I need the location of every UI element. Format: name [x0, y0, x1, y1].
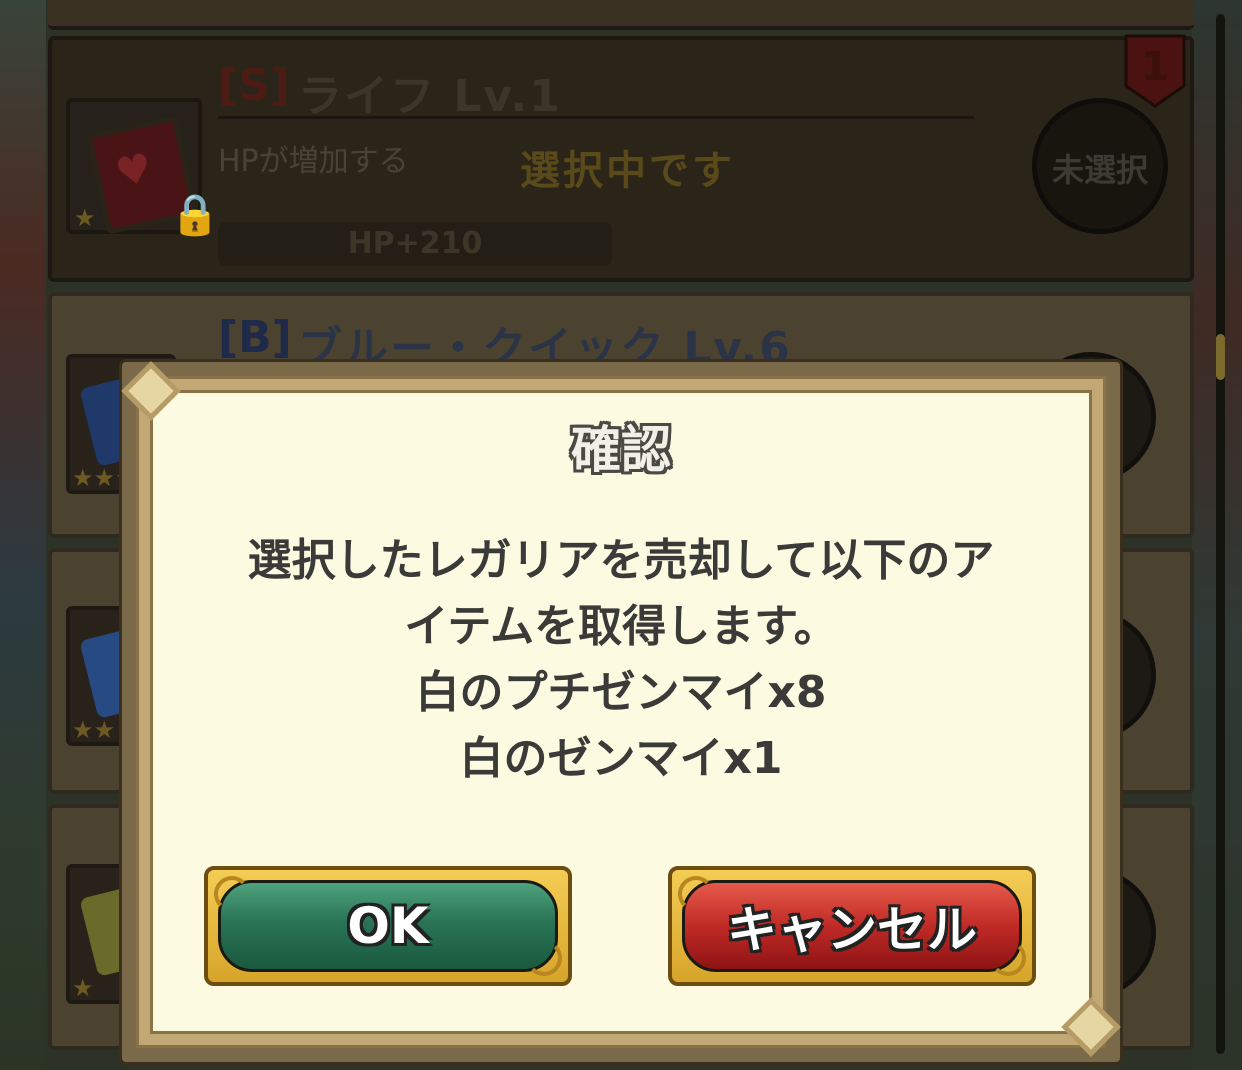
dialog-message-line: イテムを取得します。 — [404, 601, 838, 652]
cancel-button[interactable]: キャンセル — [668, 866, 1036, 986]
corner-swirl — [214, 876, 250, 912]
dialog-message: 選択したレガリアを売却して以下のア イテムを取得します。 白のプチゼンマイx8 … — [150, 528, 1092, 792]
scrollbar-thumb[interactable] — [1216, 334, 1225, 380]
rarity-stars: ★ — [72, 974, 94, 1002]
corner-swirl — [990, 940, 1026, 976]
cancel-button-face[interactable]: キャンセル — [682, 880, 1022, 972]
ok-button-face[interactable]: OK — [218, 880, 558, 972]
background-left — [0, 0, 46, 1070]
lock-icon[interactable]: 🔒 — [170, 190, 220, 240]
regalia-card-life[interactable]: ♥ ★ 🔒 [S] ライフ Lv.1 HPが増加する 選択中です HP+210 … — [48, 34, 1194, 282]
dialog-message-line: 選択したレガリアを売却して以下のア — [247, 535, 995, 586]
rarity-stars: ★★ — [72, 716, 116, 744]
regalia-name: ライフ Lv.1 — [298, 71, 562, 122]
title-divider — [218, 116, 974, 119]
rarity-stars: ★ — [74, 204, 96, 232]
corner-swirl — [526, 940, 562, 976]
select-toggle-button[interactable]: 未選択 — [1032, 98, 1168, 234]
cancel-button-label: キャンセル — [727, 901, 977, 959]
rarity-tag: [B] — [218, 312, 292, 363]
select-toggle-label: 未選択 — [1051, 151, 1148, 189]
dialog-message-line: 白のゼンマイx1 — [459, 733, 783, 784]
scrollbar-track[interactable] — [1216, 14, 1225, 1054]
selected-status-label: 選択中です — [520, 148, 735, 194]
previous-card-edge — [48, 0, 1194, 30]
regalia-description: HPが増加する — [218, 144, 409, 179]
count-badge-number: 1 — [1141, 44, 1169, 90]
dialog-title: 確認 — [571, 421, 671, 479]
stat-bar: HP+210 — [218, 222, 612, 266]
ok-button-label: OK — [347, 897, 429, 955]
stat-value: HP+210 — [347, 226, 483, 261]
corner-swirl — [678, 876, 714, 912]
dialog-message-line: 白のプチゼンマイx8 — [415, 667, 827, 718]
ok-button[interactable]: OK — [204, 866, 572, 986]
rarity-tag: [S] — [218, 60, 290, 111]
